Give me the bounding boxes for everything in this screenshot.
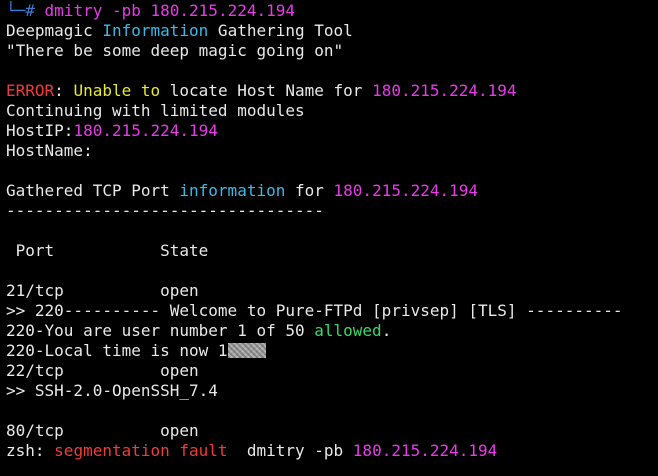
prompt-line: └─# dmitry -pb 180.215.224.194 <box>6 1 658 21</box>
port-80-state: open <box>160 421 199 440</box>
hostip-line: HostIP:180.215.224.194 <box>6 121 658 141</box>
port-21-state: open <box>160 281 199 300</box>
error-msg-part-2: locate Host Name for <box>160 81 373 100</box>
hostname-line: HostName: <box>6 141 658 161</box>
port-row-80: 80/tcp open <box>6 421 658 441</box>
crash-shell: zsh: <box>6 441 55 460</box>
banner-title-part-3: Gathering Tool <box>208 21 353 40</box>
redacted-block <box>227 343 266 358</box>
port-21-label: 21/tcp <box>6 281 64 300</box>
port-22-state: open <box>160 361 199 380</box>
tcp-heading-ip: 180.215.224.194 <box>333 181 479 200</box>
port-80-label: 80/tcp <box>6 421 64 440</box>
hostname-label: HostName: <box>6 141 93 160</box>
port-22-label: 22/tcp <box>6 361 64 380</box>
banner-title: Deepmagic Information Gathering Tool <box>6 21 658 41</box>
prompt-symbol: # <box>25 1 35 20</box>
error-ip: 180.215.224.194 <box>372 81 517 100</box>
continuing-line: Continuing with limited modules <box>6 101 305 120</box>
hostip-value: 180.215.224.194 <box>73 121 218 140</box>
port-21-banner: >> 220---------- Welcome to Pure-FTPd [p… <box>6 301 623 320</box>
tcp-heading-part-2: information <box>179 181 286 200</box>
crash-command: dmitry -pb <box>227 441 353 460</box>
port-21-users-part-1: 220-You are user number 1 of 50 <box>6 321 315 340</box>
column-header-state: State <box>160 241 209 260</box>
error-line: ERROR: Unable to locate Host Name for 18… <box>6 81 658 101</box>
tcp-divider: --------------------------------- <box>6 201 324 220</box>
error-msg-part-1: Unable to <box>73 81 161 100</box>
port-21-users-line: 220-You are user number 1 of 50 allowed. <box>6 321 658 341</box>
crash-message: segmentation fault <box>54 441 228 460</box>
port-table-header: Port State <box>6 241 658 261</box>
banner-quote: "There be some deep magic going on" <box>6 41 344 60</box>
port-row-22: 22/tcp open <box>6 361 658 381</box>
port-row-21: 21/tcp open <box>6 281 658 301</box>
tcp-heading-part-3: for <box>285 181 334 200</box>
crash-ip: 180.215.224.194 <box>352 441 498 460</box>
crash-line: zsh: segmentation fault dmitry -pb 180.2… <box>6 441 658 461</box>
banner-title-part-1: Deepmagic <box>6 21 103 40</box>
port-21-time-line: 220-Local time is now 1 <box>6 341 658 361</box>
error-sep: : <box>54 81 74 100</box>
hostip-label: HostIP: <box>6 121 74 140</box>
tcp-heading-part-1: Gathered TCP Port <box>6 181 180 200</box>
column-header-port: Port <box>6 241 55 260</box>
tcp-heading: Gathered TCP Port information for 180.21… <box>6 181 658 201</box>
port-21-time-text: 220-Local time is now 1 <box>6 341 228 360</box>
port-22-banner: >> SSH-2.0-OpenSSH_7.4 <box>6 381 218 400</box>
banner-title-part-2: Information <box>102 21 209 40</box>
prompt-command: dmitry -pb 180.215.224.194 <box>44 1 295 20</box>
prompt-corner: └─ <box>6 1 26 20</box>
port-21-users-allowed: allowed <box>314 321 382 340</box>
error-label: ERROR <box>6 81 55 100</box>
terminal-window[interactable]: └─# dmitry -pb 180.215.224.194 Deepmagic… <box>0 1 658 476</box>
port-21-users-part-3: . <box>381 321 392 340</box>
